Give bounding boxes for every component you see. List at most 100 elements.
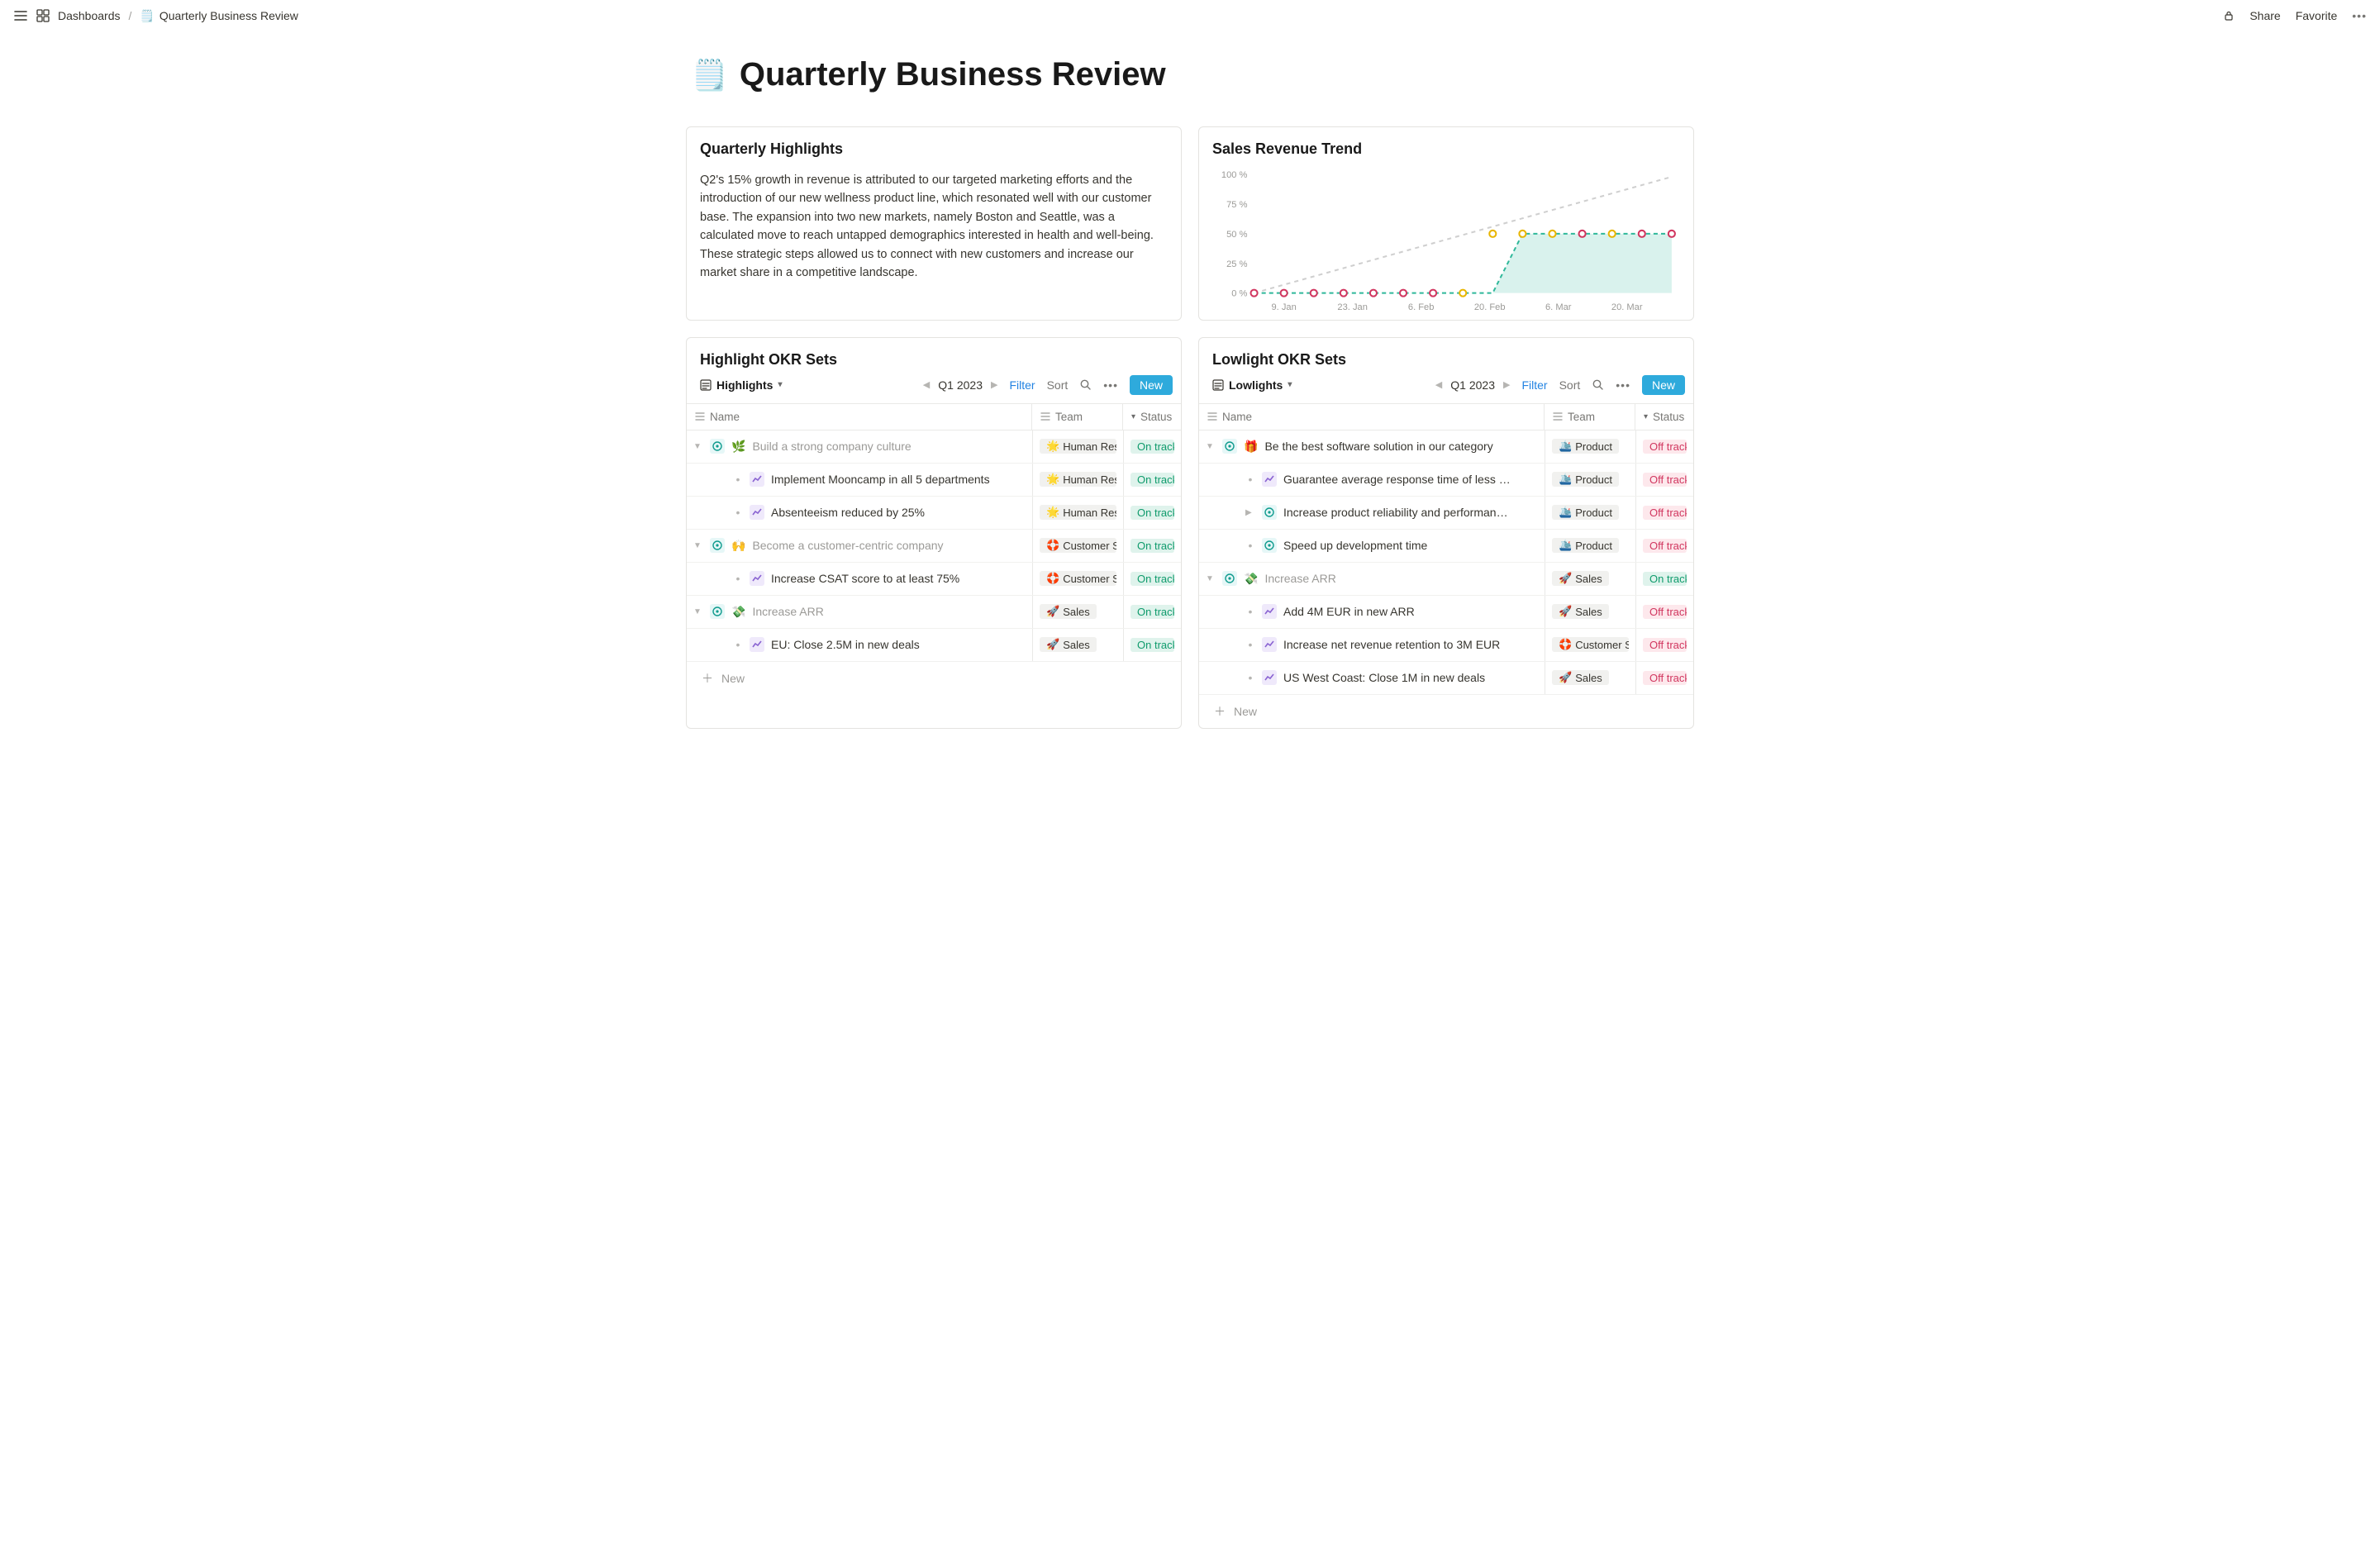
row-title[interactable]: Add 4M EUR in new ARR <box>1283 605 1415 618</box>
col-team[interactable]: Team <box>1545 404 1635 430</box>
team-chip[interactable]: 🌟Human Res <box>1040 505 1116 520</box>
view-picker[interactable]: Highlights ▾ <box>695 375 787 395</box>
collapse-toggle[interactable]: ▼ <box>1206 574 1216 583</box>
breadcrumb-root[interactable]: Dashboards <box>58 9 121 22</box>
next-quarter-button[interactable]: ▶ <box>1503 379 1510 390</box>
table-row[interactable]: • Increase CSAT score to at least 75% 🛟C… <box>687 563 1181 596</box>
sort-button[interactable]: Sort <box>1047 378 1069 392</box>
table-row[interactable]: ▶ Increase product reliability and perfo… <box>1199 497 1693 530</box>
quarter-label[interactable]: Q1 2023 <box>938 378 983 392</box>
team-chip[interactable]: 🛟Customer S <box>1552 637 1629 652</box>
view-picker[interactable]: Lowlights ▾ <box>1207 375 1297 395</box>
col-name[interactable]: Name <box>687 404 1032 430</box>
team-chip[interactable]: 🛳️Product <box>1552 505 1619 520</box>
status-pill[interactable]: On track <box>1130 440 1174 454</box>
status-pill[interactable]: Off track <box>1643 605 1687 619</box>
status-pill[interactable]: Off track <box>1643 671 1687 685</box>
col-status[interactable]: ▾Status <box>1123 404 1181 430</box>
team-chip[interactable]: 🚀Sales <box>1552 604 1609 619</box>
table-row[interactable]: • Add 4M EUR in new ARR 🚀Sales Off track <box>1199 596 1693 629</box>
row-title[interactable]: EU: Close 2.5M in new deals <box>771 638 920 651</box>
row-title[interactable]: Increase product reliability and perform… <box>1283 506 1508 519</box>
team-chip[interactable]: 🌟Human Res <box>1040 472 1116 487</box>
col-name[interactable]: Name <box>1199 404 1545 430</box>
share-button[interactable]: Share <box>2249 9 2280 22</box>
sort-button[interactable]: Sort <box>1559 378 1581 392</box>
row-title[interactable]: Absenteeism reduced by 25% <box>771 506 925 519</box>
more-icon[interactable]: ••• <box>1103 378 1118 392</box>
search-icon[interactable] <box>1592 378 1604 391</box>
col-status[interactable]: ▾Status <box>1635 404 1693 430</box>
filter-button[interactable]: Filter <box>1009 378 1035 392</box>
team-chip[interactable]: 🌟Human Res <box>1040 439 1116 454</box>
status-pill[interactable]: On track <box>1643 572 1687 586</box>
quarter-label[interactable]: Q1 2023 <box>1450 378 1495 392</box>
status-pill[interactable]: Off track <box>1643 473 1687 487</box>
status-pill[interactable]: On track <box>1130 638 1174 652</box>
dashboards-icon[interactable] <box>36 9 50 22</box>
favorite-button[interactable]: Favorite <box>2296 9 2338 22</box>
team-chip[interactable]: 🚀Sales <box>1552 670 1609 685</box>
add-row-button[interactable]: ＋ New <box>687 662 1181 695</box>
table-row[interactable]: • EU: Close 2.5M in new deals 🚀Sales On … <box>687 629 1181 662</box>
row-title[interactable]: Become a customer-centric company <box>752 539 943 552</box>
breadcrumb-page[interactable]: 🗒️ Quarterly Business Review <box>140 9 298 23</box>
status-pill[interactable]: On track <box>1130 473 1174 487</box>
table-row[interactable]: ▼ 🎁 Be the best software solution in our… <box>1199 431 1693 464</box>
team-chip[interactable]: 🚀Sales <box>1040 604 1097 619</box>
row-title[interactable]: Speed up development time <box>1283 539 1427 552</box>
team-chip[interactable]: 🛳️Product <box>1552 439 1619 454</box>
prev-quarter-button[interactable]: ◀ <box>1435 379 1442 390</box>
more-icon[interactable]: ••• <box>1616 378 1630 392</box>
table-row[interactable]: ▼ 🌿 Build a strong company culture 🌟Huma… <box>687 431 1181 464</box>
add-row-button[interactable]: ＋ New <box>1199 695 1693 728</box>
table-row[interactable]: • Absenteeism reduced by 25% 🌟Human Res … <box>687 497 1181 530</box>
status-pill[interactable]: On track <box>1130 572 1174 586</box>
new-button[interactable]: New <box>1130 375 1173 395</box>
row-title[interactable]: Build a strong company culture <box>752 440 911 453</box>
prev-quarter-button[interactable]: ◀ <box>923 379 930 390</box>
team-chip[interactable]: 🛟Customer S <box>1040 538 1116 553</box>
team-chip[interactable]: 🚀Sales <box>1040 637 1097 652</box>
collapse-toggle[interactable]: ▼ <box>693 442 703 451</box>
row-title[interactable]: Guarantee average response time of less … <box>1283 473 1511 486</box>
status-pill[interactable]: On track <box>1130 506 1174 520</box>
status-pill[interactable]: On track <box>1130 539 1174 553</box>
col-team[interactable]: Team <box>1032 404 1123 430</box>
collapse-toggle[interactable]: ▼ <box>1206 442 1216 451</box>
status-pill[interactable]: Off track <box>1643 440 1687 454</box>
collapse-toggle[interactable]: ▼ <box>693 541 703 550</box>
team-chip[interactable]: 🛟Customer S <box>1040 571 1116 586</box>
row-title[interactable]: Increase net revenue retention to 3M EUR <box>1283 638 1500 651</box>
status-pill[interactable]: Off track <box>1643 539 1687 553</box>
table-row[interactable]: • Implement Mooncamp in all 5 department… <box>687 464 1181 497</box>
next-quarter-button[interactable]: ▶ <box>991 379 997 390</box>
new-button[interactable]: New <box>1642 375 1685 395</box>
status-pill[interactable]: Off track <box>1643 638 1687 652</box>
table-row[interactable]: • Speed up development time 🛳️Product Of… <box>1199 530 1693 563</box>
row-title[interactable]: Implement Mooncamp in all 5 departments <box>771 473 990 486</box>
row-title[interactable]: US West Coast: Close 1M in new deals <box>1283 671 1485 684</box>
expand-toggle[interactable]: ▶ <box>1245 508 1255 517</box>
team-chip[interactable]: 🛳️Product <box>1552 538 1619 553</box>
row-title[interactable]: Increase CSAT score to at least 75% <box>771 572 959 585</box>
table-row[interactable]: • US West Coast: Close 1M in new deals 🚀… <box>1199 662 1693 695</box>
team-chip[interactable]: 🚀Sales <box>1552 571 1609 586</box>
row-title[interactable]: Increase ARR <box>1264 572 1335 585</box>
table-row[interactable]: ▼ 💸 Increase ARR 🚀Sales On track <box>1199 563 1693 596</box>
table-row[interactable]: • Increase net revenue retention to 3M E… <box>1199 629 1693 662</box>
table-row[interactable]: ▼ 🙌 Become a customer-centric company 🛟C… <box>687 530 1181 563</box>
table-row[interactable]: ▼ 💸 Increase ARR 🚀Sales On track <box>687 596 1181 629</box>
status-pill[interactable]: Off track <box>1643 506 1687 520</box>
status-pill[interactable]: On track <box>1130 605 1174 619</box>
more-icon[interactable]: ••• <box>2352 9 2367 22</box>
collapse-toggle[interactable]: ▼ <box>693 607 703 616</box>
row-title[interactable]: Be the best software solution in our cat… <box>1264 440 1492 453</box>
row-title[interactable]: Increase ARR <box>752 605 823 618</box>
cell-team: 🌟Human Res <box>1032 497 1123 529</box>
menu-icon[interactable] <box>13 8 28 23</box>
team-chip[interactable]: 🛳️Product <box>1552 472 1619 487</box>
table-row[interactable]: • Guarantee average response time of les… <box>1199 464 1693 497</box>
filter-button[interactable]: Filter <box>1521 378 1547 392</box>
search-icon[interactable] <box>1079 378 1092 391</box>
